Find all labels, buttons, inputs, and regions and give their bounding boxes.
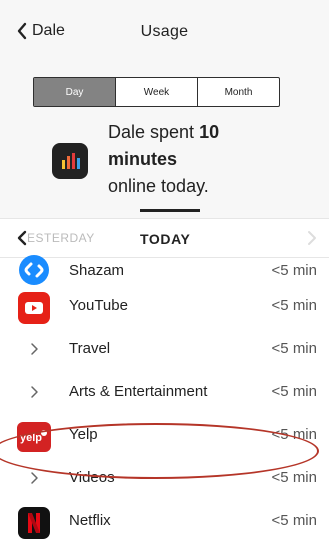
- list-item-label: YouTube: [69, 297, 128, 314]
- list-item-youtube[interactable]: YouTube <5 min: [0, 286, 329, 329]
- usage-summary: Dale spent 10 minutes online today.: [108, 122, 220, 196]
- chevron-right-icon: [31, 386, 38, 398]
- minutes-unit: minutes: [108, 149, 178, 169]
- chevron-right-icon: [31, 472, 38, 484]
- segment-day[interactable]: Day: [34, 78, 116, 106]
- list-item-time: <5 min: [271, 340, 317, 357]
- previous-day-label: ESTERDAY: [27, 231, 95, 245]
- usage-list: Shazam <5 min YouTube <5 min Travel <5 m…: [0, 255, 329, 544]
- list-item-time: <5 min: [271, 297, 317, 314]
- usage-header: Dale Usage Day Week Month Dale spent 10 …: [0, 0, 329, 218]
- usage-chart-icon: [52, 143, 88, 179]
- next-day-button[interactable]: [307, 230, 317, 251]
- netflix-icon: [18, 507, 50, 539]
- page-title: Usage: [140, 23, 189, 40]
- chevron-left-icon: [17, 230, 27, 246]
- list-item-netflix[interactable]: Netflix <5 min: [0, 501, 329, 544]
- nav-bar: Dale Usage: [0, 0, 329, 60]
- list-item-time: <5 min: [271, 469, 317, 486]
- previous-day-button[interactable]: ESTERDAY: [17, 230, 95, 246]
- shazam-icon: [18, 254, 50, 286]
- list-item-time: <5 min: [271, 262, 317, 279]
- list-item-travel[interactable]: Travel <5 min: [0, 329, 329, 372]
- period-selector: Day Week Month: [33, 77, 280, 107]
- segment-month[interactable]: Month: [198, 78, 279, 106]
- current-day-label: TODAY: [140, 231, 191, 247]
- list-item-label: Arts & Entertainment: [69, 383, 208, 400]
- chevron-right-icon: [31, 343, 38, 355]
- list-item-label: Shazam: [69, 262, 125, 279]
- youtube-icon: [18, 292, 50, 324]
- day-navigation: ESTERDAY TODAY: [0, 218, 329, 258]
- page-indicator: [140, 209, 200, 212]
- segment-week[interactable]: Week: [116, 78, 198, 106]
- list-item-time: <5 min: [271, 383, 317, 400]
- list-item-time: <5 min: [271, 512, 317, 529]
- highlight-ring: [0, 423, 319, 479]
- list-item-shazam[interactable]: Shazam <5 min: [0, 255, 329, 286]
- minutes-value: 10: [199, 122, 220, 142]
- list-item-label: Travel: [69, 340, 111, 357]
- list-item-arts-entertainment[interactable]: Arts & Entertainment <5 min: [0, 372, 329, 415]
- list-item-label: Netflix: [69, 512, 111, 529]
- chevron-right-icon: [308, 231, 316, 245]
